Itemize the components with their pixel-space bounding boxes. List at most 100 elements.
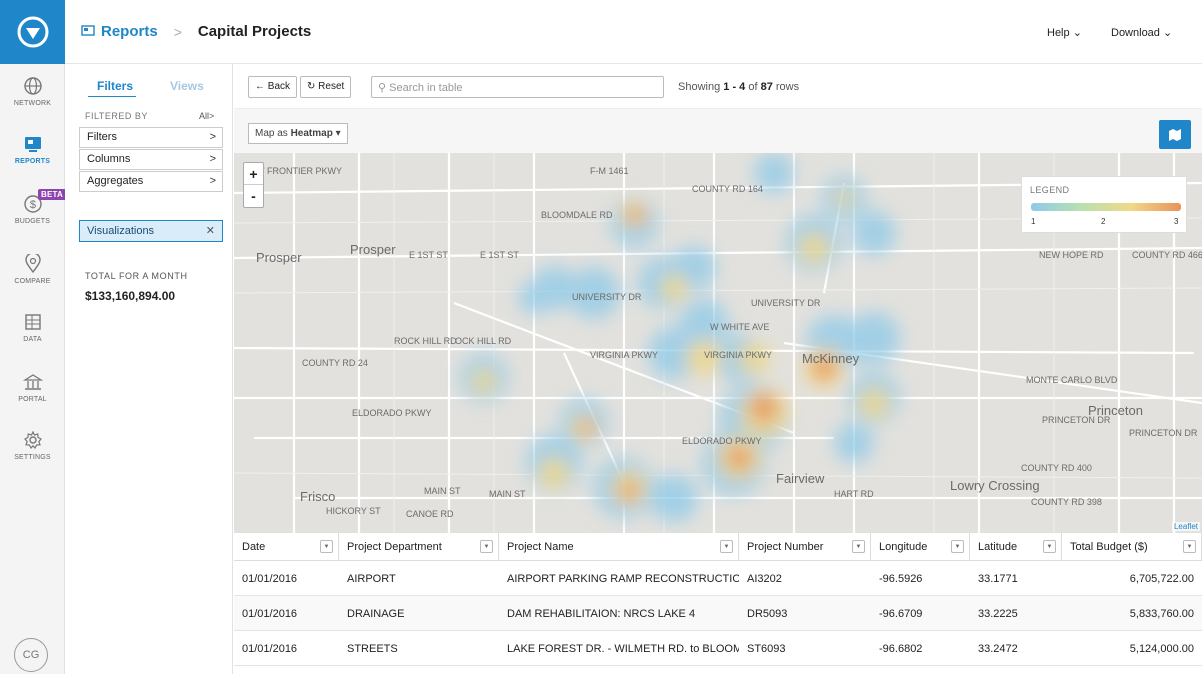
rail-budgets[interactable]: BETA $ BUDGETS	[0, 189, 66, 225]
cell-longitude: -96.5926	[879, 573, 923, 585]
map-view-button[interactable]	[1159, 120, 1191, 149]
search-input[interactable]: ⚲ Search in table	[371, 76, 664, 98]
road-label: ROCK HILL RD	[394, 336, 457, 346]
rail-reports-label: REPORTS	[14, 158, 51, 165]
caret-down-icon: ▾	[335, 128, 341, 139]
city-label: Fairview	[776, 471, 825, 486]
road-label: UNIVERSITY DR	[572, 292, 642, 302]
header-label: Total Budget ($)	[1070, 541, 1148, 553]
aggregates-row[interactable]: Aggregates >	[79, 171, 223, 192]
filters-row[interactable]: Filters >	[79, 127, 223, 148]
column-menu-icon[interactable]: ▼	[1043, 540, 1056, 553]
cell-latitude: 33.1771	[978, 573, 1018, 585]
header-label: Longitude	[879, 541, 928, 553]
map-type-select[interactable]: Map as Heatmap ▾	[248, 123, 348, 144]
cell-department: STREETS	[347, 643, 398, 655]
zoom-in-button[interactable]: +	[244, 163, 263, 185]
column-menu-icon[interactable]: ▼	[1183, 540, 1196, 553]
search-placeholder: Search in table	[389, 82, 463, 94]
zoom-out-button[interactable]: -	[244, 185, 263, 207]
table-row[interactable]: 01/01/2016 AIRPORT AIRPORT PARKING RAMP …	[234, 561, 1202, 596]
back-label: Back	[267, 81, 291, 92]
table-row[interactable]: 01/01/2016 STREETS LAKE FOREST DR. - WIL…	[234, 631, 1202, 666]
road-label: COUNTY RD 24	[302, 358, 368, 368]
rail-portal[interactable]: PORTAL	[0, 372, 65, 403]
road-label: COUNTY RD 466	[1132, 250, 1202, 260]
zoom-control: + -	[243, 162, 264, 208]
header-label: Date	[242, 541, 266, 553]
logo-icon	[17, 16, 48, 48]
chevron-down-icon: ⌄	[1162, 27, 1173, 39]
user-avatar[interactable]: CG	[14, 638, 48, 672]
leaflet-attribution[interactable]: Leaflet	[1171, 522, 1200, 531]
road-label: MAIN ST	[424, 486, 461, 496]
back-button[interactable]: ← Back	[248, 76, 298, 98]
reset-button[interactable]: ↻ Reset	[300, 76, 352, 98]
column-header-date[interactable]: Date ▼	[234, 533, 339, 561]
rail-settings-label: SETTINGS	[14, 454, 51, 461]
cell-date: 01/01/2016	[242, 608, 298, 620]
column-menu-icon[interactable]: ▼	[852, 540, 865, 553]
filtered-all-link[interactable]: All>	[199, 111, 214, 121]
compare-icon	[24, 254, 41, 274]
cell-date: 01/01/2016	[242, 643, 298, 655]
column-header-latitude[interactable]: Latitude ▼	[970, 533, 1062, 561]
search-icon: ⚲	[378, 82, 387, 94]
download-menu[interactable]: Download ⌄	[1111, 26, 1172, 39]
tab-filters[interactable]: Filters	[97, 79, 133, 93]
road-label: VIRGINIA PKWY	[590, 350, 659, 360]
table-row[interactable]: 01/01/2016 DRAINAGE DAM REHABILITAION: N…	[234, 596, 1202, 631]
total-value: $133,160,894.00	[85, 289, 176, 303]
header-label: Project Name	[507, 541, 574, 553]
column-header-department[interactable]: Project Department ▼	[339, 533, 499, 561]
aggregates-row-label: Aggregates	[87, 175, 144, 187]
reports-icon	[24, 137, 41, 152]
city-label: Frisco	[300, 489, 336, 504]
beta-badge: BETA	[38, 189, 66, 200]
breadcrumb-reports-link[interactable]: Reports	[101, 23, 158, 40]
rail-settings[interactable]: SETTINGS	[0, 430, 65, 461]
map-icon	[1169, 128, 1181, 141]
app-logo[interactable]	[0, 0, 65, 64]
rail-network[interactable]: NETWORK	[0, 76, 65, 107]
city-label: Prosper	[350, 242, 396, 257]
close-icon[interactable]: ✕	[206, 224, 215, 237]
legend-title: LEGEND	[1030, 185, 1070, 195]
column-menu-icon[interactable]: ▼	[480, 540, 493, 553]
rail-data[interactable]: DATA	[0, 312, 65, 343]
cell-total-budget: 5,833,760.00	[1129, 608, 1194, 620]
visualizations-chip[interactable]: Visualizations ✕	[79, 220, 223, 242]
rail-budgets-label: BUDGETS	[14, 218, 51, 225]
column-header-total-budget[interactable]: Total Budget ($) ▼	[1062, 533, 1202, 561]
road-label: HICKORY ST	[326, 506, 381, 516]
road-label: PRINCETON DR	[1129, 428, 1198, 438]
column-menu-icon[interactable]: ▼	[320, 540, 333, 553]
heatmap[interactable]: W FRONTIER PKWY F-M 1461 BLOOMDALE RD CO…	[234, 153, 1202, 533]
columns-row[interactable]: Columns >	[79, 149, 223, 170]
total-label: TOTAL FOR A MONTH	[85, 271, 188, 281]
tab-views[interactable]: Views	[170, 79, 204, 93]
cell-total-budget: 6,705,722.00	[1129, 573, 1194, 585]
column-header-longitude[interactable]: Longitude ▼	[871, 533, 970, 561]
legend-max: 3	[1174, 217, 1179, 226]
help-menu[interactable]: Help ⌄	[1047, 26, 1082, 39]
rail-compare[interactable]: COMPARE	[0, 254, 65, 285]
chevron-right-icon: >	[209, 153, 216, 165]
filtered-all-label: All	[199, 111, 210, 121]
legend-gradient	[1031, 203, 1181, 211]
breadcrumb: Reports > Capital Projects	[81, 23, 311, 40]
road-label: ELDORADO PKWY	[352, 408, 432, 418]
columns-row-label: Columns	[87, 153, 131, 165]
column-header-project-name[interactable]: Project Name ▼	[499, 533, 739, 561]
chevron-right-icon: >	[209, 131, 216, 143]
column-menu-icon[interactable]: ▼	[951, 540, 964, 553]
help-label: Help	[1047, 27, 1070, 39]
map-type-value: Heatmap	[290, 128, 333, 139]
column-header-project-number[interactable]: Project Number ▼	[739, 533, 871, 561]
rail-reports[interactable]: REPORTS	[0, 134, 65, 165]
map-legend: LEGEND 1 2 3	[1021, 176, 1187, 233]
city-label: McKinney	[802, 351, 860, 366]
filtered-by-label: FILTERED BY	[85, 111, 148, 121]
column-menu-icon[interactable]: ▼	[720, 540, 733, 553]
road-label: OCK HILL RD	[455, 336, 512, 346]
